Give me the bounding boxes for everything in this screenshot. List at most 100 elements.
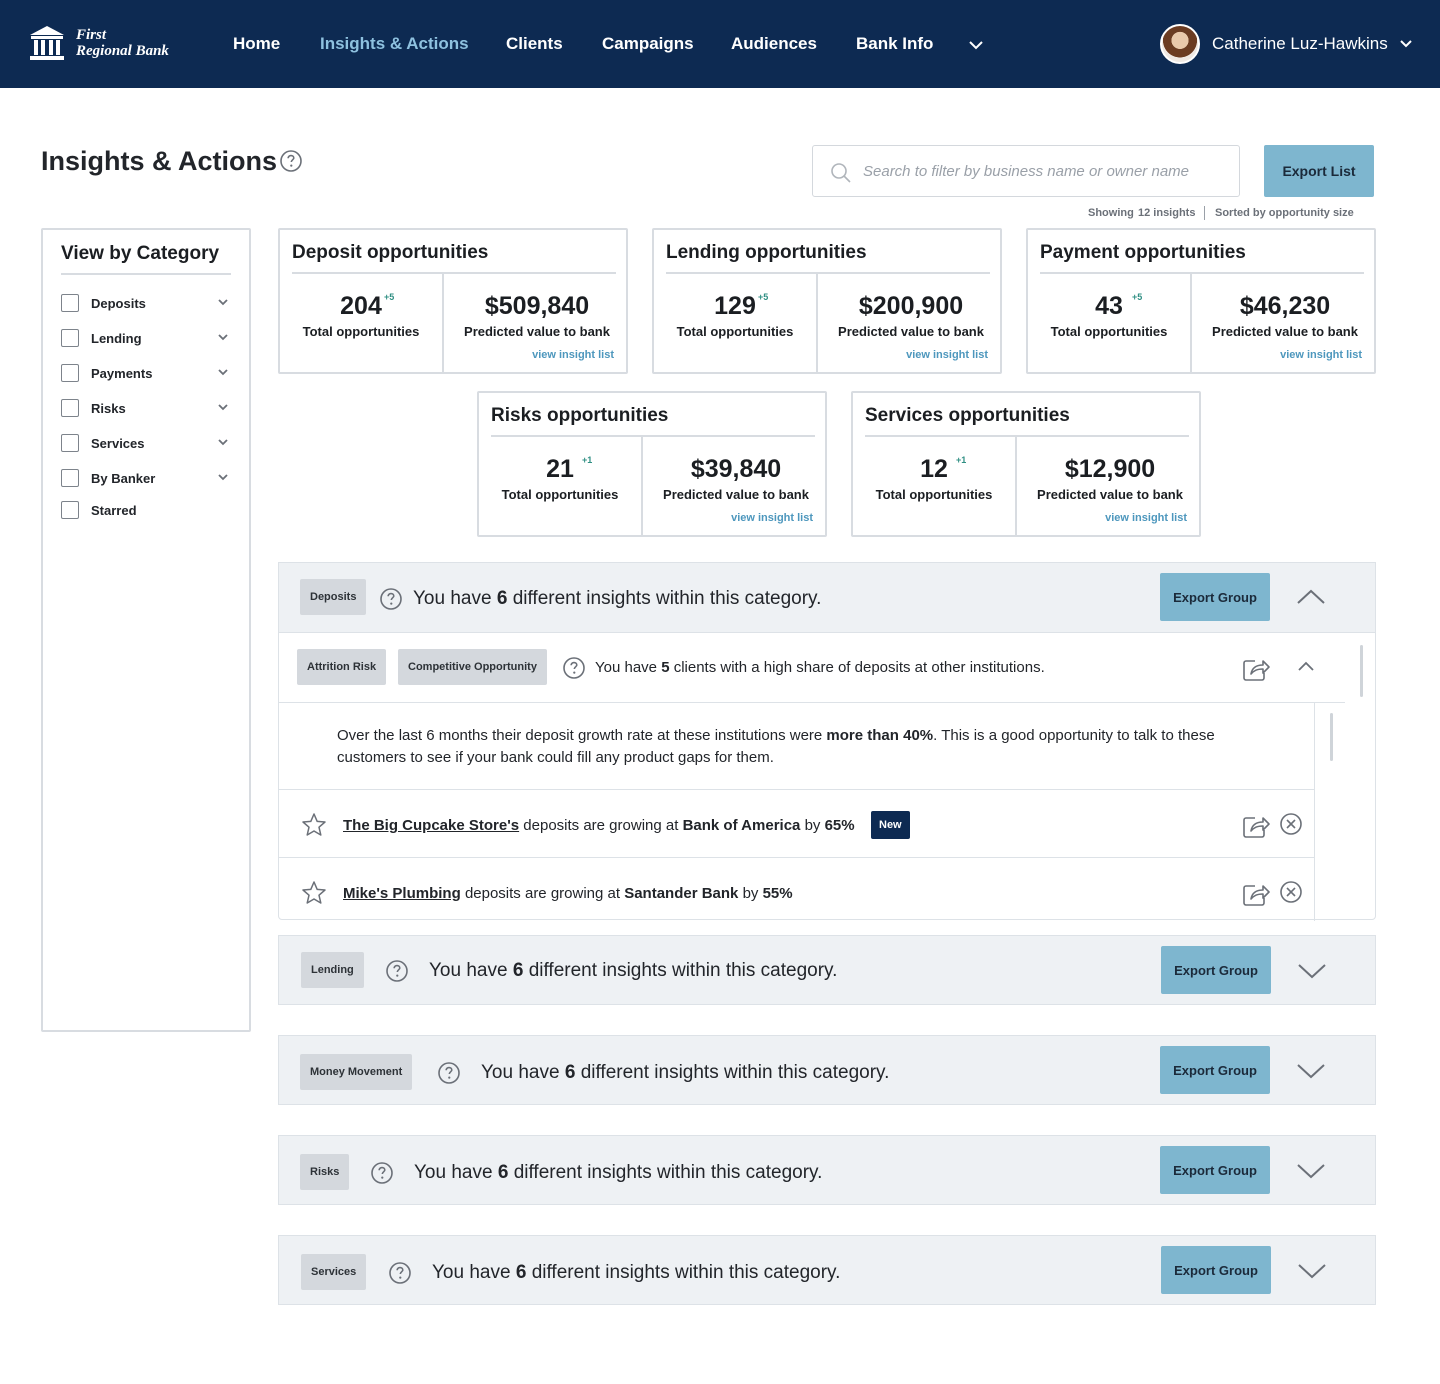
chevron-up-icon[interactable] xyxy=(1295,659,1317,673)
chevron-down-icon[interactable] xyxy=(217,333,229,343)
share-icon[interactable] xyxy=(1241,880,1271,908)
page-title: Insights & Actions xyxy=(41,146,278,176)
view-insight-list-link[interactable]: view insight list xyxy=(1280,349,1362,361)
category-deposits[interactable]: Deposits xyxy=(61,292,229,314)
help-icon[interactable] xyxy=(437,1061,461,1085)
share-icon[interactable] xyxy=(1241,655,1271,683)
user-menu[interactable]: Catherine Luz-Hawkins xyxy=(1160,24,1414,64)
category-starred[interactable]: Starred xyxy=(61,499,229,521)
help-icon[interactable] xyxy=(370,1161,394,1185)
group-summary: You have 6 different insights within thi… xyxy=(429,960,837,982)
predicted-value-label: Predicted value to bank xyxy=(663,487,809,502)
nav-campaigns[interactable]: Campaigns xyxy=(602,34,694,54)
help-icon[interactable] xyxy=(379,587,403,611)
predicted-value: $200,900 xyxy=(858,292,964,320)
checkbox[interactable] xyxy=(61,329,79,347)
group-money-movement[interactable]: Money Movement You have 6 different insi… xyxy=(278,1035,1376,1105)
business-link[interactable]: The Big Cupcake Store's xyxy=(343,817,519,834)
dismiss-icon[interactable] xyxy=(1279,812,1303,836)
chevron-down-icon[interactable] xyxy=(217,438,229,448)
nav-audiences[interactable]: Audiences xyxy=(731,34,817,54)
group-tag: Deposits xyxy=(300,579,367,615)
category-sidebar: View by Category Deposits Lending Paymen… xyxy=(41,228,251,1032)
dismiss-icon[interactable] xyxy=(1279,880,1303,904)
chevron-down-icon[interactable] xyxy=(217,368,229,378)
export-group-button[interactable]: Export Group xyxy=(1160,1146,1270,1194)
chevron-down-icon[interactable] xyxy=(1297,1261,1327,1281)
checkbox[interactable] xyxy=(61,294,79,312)
group-lending[interactable]: Lending You have 6 different insights wi… xyxy=(278,935,1376,1005)
category-services[interactable]: Services xyxy=(61,432,229,454)
sidebar-title: View by Category xyxy=(61,243,220,264)
nav-bank-info[interactable]: Bank Info xyxy=(856,34,933,54)
category-risks[interactable]: Risks xyxy=(61,397,229,419)
group-summary-post: different insights within this category. xyxy=(528,960,838,981)
total-opportunities-label: Total opportunities xyxy=(676,324,794,339)
category-lending[interactable]: Lending xyxy=(61,327,229,349)
view-insight-list-link[interactable]: view insight list xyxy=(731,512,813,524)
chevron-down-icon[interactable] xyxy=(1296,1061,1326,1081)
export-group-button[interactable]: Export Group xyxy=(1161,1246,1271,1294)
business-link[interactable]: Mike's Plumbing xyxy=(343,885,461,902)
nav-insights-actions[interactable]: Insights & Actions xyxy=(320,34,469,54)
checkbox[interactable] xyxy=(61,399,79,417)
help-icon[interactable] xyxy=(385,959,409,983)
help-icon[interactable] xyxy=(562,656,586,680)
card-title: Services opportunities xyxy=(865,405,1070,426)
chevron-down-icon[interactable] xyxy=(217,473,229,483)
insight-row: The Big Cupcake Store's deposits are gro… xyxy=(279,789,1315,857)
card-title: Lending opportunities xyxy=(666,242,867,263)
nav-home[interactable]: Home xyxy=(233,34,280,54)
scrollbar[interactable] xyxy=(1360,645,1363,697)
count-delta: +5 xyxy=(384,292,395,302)
checkbox[interactable] xyxy=(61,434,79,452)
group-services[interactable]: Services You have 6 different insights w… xyxy=(278,1235,1376,1305)
nav-clients[interactable]: Clients xyxy=(506,34,563,54)
category-label: Starred xyxy=(91,502,137,518)
export-group-button[interactable]: Export Group xyxy=(1160,1046,1270,1094)
category-payments[interactable]: Payments xyxy=(61,362,229,384)
search-input[interactable] xyxy=(863,146,1233,196)
insight-row: Mike's Plumbing deposits are growing at … xyxy=(279,857,1315,920)
category-by-banker[interactable]: By Banker xyxy=(61,467,229,489)
group-header[interactable]: Deposits You have 6 different insights w… xyxy=(279,563,1375,633)
view-insight-list-link[interactable]: view insight list xyxy=(1105,512,1187,524)
chevron-down-icon[interactable] xyxy=(217,298,229,308)
help-icon[interactable] xyxy=(279,149,303,173)
export-group-button[interactable]: Export Group xyxy=(1160,573,1270,621)
chevron-down-icon[interactable] xyxy=(1296,1161,1326,1181)
chevron-down-icon[interactable] xyxy=(217,403,229,413)
meta-divider xyxy=(1204,206,1205,220)
group-insight-count: 6 xyxy=(515,1262,527,1283)
checkbox[interactable] xyxy=(61,469,79,487)
bank-name-line1: First xyxy=(76,27,107,43)
bank-logo[interactable]: First Regional Bank xyxy=(28,24,169,62)
scrollbar[interactable] xyxy=(1330,713,1333,761)
card-title: Deposit opportunities xyxy=(292,242,489,263)
sort-label[interactable]: Sorted by opportunity size xyxy=(1215,207,1354,219)
group-summary-pre: You have xyxy=(413,588,492,609)
insight-header[interactable]: Attrition Risk Competitive Opportunity Y… xyxy=(279,633,1345,703)
share-icon[interactable] xyxy=(1241,812,1271,840)
nav-more-button[interactable] xyxy=(966,35,986,60)
divider xyxy=(292,272,616,274)
chevron-up-icon[interactable] xyxy=(1296,587,1326,607)
view-insight-list-link[interactable]: view insight list xyxy=(906,349,988,361)
export-list-button[interactable]: Export List xyxy=(1264,145,1374,197)
group-risks[interactable]: Risks You have 6 different insights with… xyxy=(278,1135,1376,1205)
checkbox[interactable] xyxy=(61,364,79,382)
help-icon[interactable] xyxy=(388,1261,412,1285)
group-summary-pre: You have xyxy=(481,1062,560,1083)
export-group-button[interactable]: Export Group xyxy=(1161,946,1271,994)
count-delta: +1 xyxy=(582,455,593,465)
total-opportunities-count: 43 xyxy=(1095,292,1123,320)
star-icon[interactable] xyxy=(301,880,327,906)
view-insight-list-link[interactable]: view insight list xyxy=(532,349,614,361)
category-label: Services xyxy=(91,435,145,451)
checkbox[interactable] xyxy=(61,501,79,519)
group-summary: You have 6 different insights within thi… xyxy=(481,1062,889,1084)
chevron-down-icon[interactable] xyxy=(1297,961,1327,981)
bank-name: First Regional Bank xyxy=(76,27,169,59)
card-title: Payment opportunities xyxy=(1040,242,1246,263)
star-icon[interactable] xyxy=(301,812,327,838)
